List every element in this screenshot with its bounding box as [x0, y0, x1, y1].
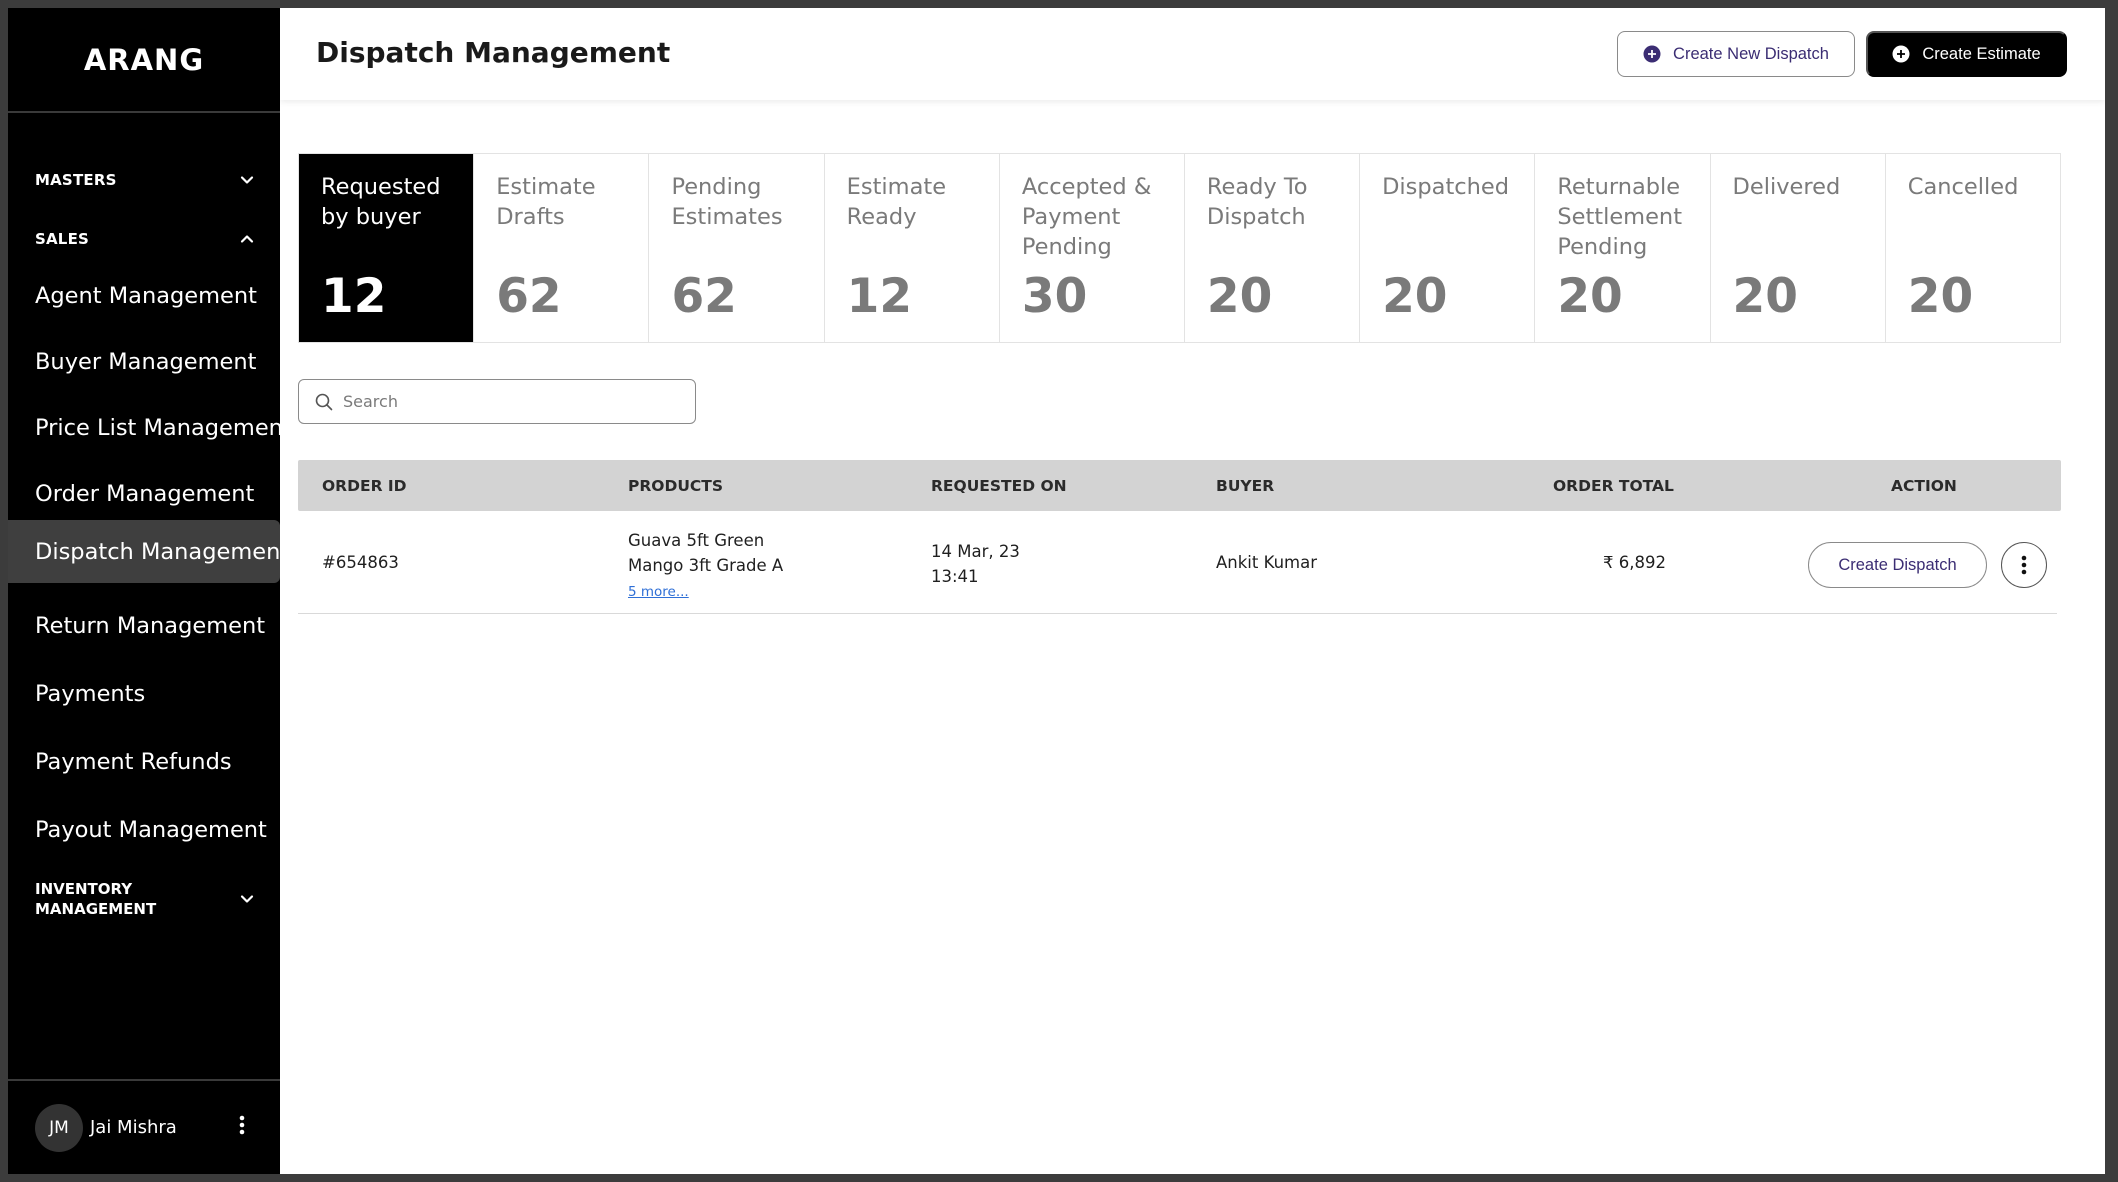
- tab-count: 12: [321, 269, 387, 324]
- sidebar: ARANG MASTERS SALES Agent Management Buy…: [8, 8, 292, 1174]
- logo: ARANG: [8, 8, 280, 113]
- tab-estimate-ready[interactable]: Estimate Ready 12: [825, 154, 1000, 342]
- tab-accepted-payment-pending[interactable]: Accepted & Payment Pending 30: [1000, 154, 1185, 342]
- tab-label: Pending Estimates: [671, 174, 783, 230]
- buyer-name: Ankit Kumar: [1216, 553, 1318, 572]
- product-name: Guava 5ft Green: [628, 531, 765, 550]
- search-box[interactable]: [298, 379, 696, 424]
- more-products-link[interactable]: 5 more...: [628, 584, 689, 600]
- sidebar-item-payment-refunds[interactable]: Payment Refunds: [8, 730, 280, 793]
- sidebar-item-label: Dispatch Management: [35, 538, 290, 565]
- tab-label: Ready To Dispatch: [1206, 174, 1308, 230]
- tab-count: 12: [846, 269, 913, 324]
- column-header-order-total: ORDER TOTAL: [1553, 477, 1674, 495]
- column-header-action: ACTION: [1891, 477, 1957, 495]
- tab-label: Dispatched: [1382, 174, 1510, 200]
- table-header: ORDER ID PRODUCTS REQUESTED ON BUYER ORD…: [298, 460, 2061, 511]
- sidebar-section-masters[interactable]: MASTERS: [35, 171, 255, 189]
- sidebar-item-order-management[interactable]: Order Management: [8, 462, 280, 525]
- tab-count: 62: [496, 269, 562, 324]
- user-name: Jai Mishra: [90, 1117, 177, 1138]
- sidebar-item-payout-management[interactable]: Payout Management: [8, 798, 280, 861]
- section-label: SALES: [35, 230, 90, 248]
- order-total: ₹ 6,892: [1603, 553, 1666, 572]
- avatar: JM: [35, 1103, 83, 1152]
- tab-label: Estimate Ready: [846, 174, 947, 230]
- tab-count: 62: [671, 269, 737, 324]
- search-icon: [315, 393, 333, 410]
- chevron-down-icon: [240, 895, 254, 903]
- tab-count: 20: [1557, 269, 1623, 324]
- tab-label: Requested by buyer: [321, 174, 441, 230]
- tab-label: Accepted & Payment Pending: [1021, 174, 1152, 260]
- tab-ready-to-dispatch[interactable]: Ready To Dispatch 20: [1185, 154, 1361, 342]
- requested-time: 13:41: [931, 567, 979, 586]
- sidebar-item-label: Agent Management: [35, 282, 257, 309]
- create-new-dispatch-button[interactable]: Create New Dispatch: [1617, 31, 1855, 77]
- row-actions-menu[interactable]: [2001, 542, 2047, 588]
- plus-circle-icon: [1892, 45, 1910, 63]
- section-label: INVENTORY MANAGEMENT: [35, 879, 156, 919]
- sidebar-section-inventory-management[interactable]: INVENTORY MANAGEMENT: [35, 879, 255, 919]
- tab-label: Cancelled: [1907, 174, 2019, 200]
- column-header-products: PRODUCTS: [628, 477, 724, 495]
- tab-count: 30: [1021, 269, 1088, 324]
- tab-requested-by-buyer[interactable]: Requested by buyer 12: [299, 154, 475, 342]
- sidebar-item-dispatch-management[interactable]: Dispatch Management: [8, 520, 289, 583]
- products-cell: Guava 5ft Green Mango 3ft Grade A 5 more…: [628, 528, 783, 605]
- column-header-buyer: BUYER: [1216, 477, 1275, 495]
- user-profile[interactable]: JM Jai Mishra: [8, 1079, 280, 1174]
- tab-count: 20: [1382, 269, 1448, 324]
- column-header-order-id: ORDER ID: [322, 477, 407, 495]
- requested-date: 14 Mar, 23: [931, 542, 1020, 561]
- section-label-line: MANAGEMENT: [35, 900, 157, 918]
- section-label-line: INVENTORY: [35, 880, 133, 898]
- status-tabs: Requested by buyer 12 Estimate Drafts 62…: [298, 153, 2061, 343]
- table-row[interactable]: #654863 Guava 5ft Green Mango 3ft Grade …: [298, 511, 2057, 614]
- tab-label: Returnable Settlement Pending: [1557, 174, 1683, 260]
- tab-delivered[interactable]: Delivered 20: [1711, 154, 1886, 342]
- tab-count: 20: [1206, 269, 1273, 324]
- tab-label: Delivered: [1732, 174, 1841, 200]
- chevron-up-icon: [240, 235, 254, 243]
- tab-pending-estimates[interactable]: Pending Estimates 62: [649, 154, 825, 342]
- product-name: Mango 3ft Grade A: [628, 556, 784, 575]
- more-vertical-icon[interactable]: [238, 1114, 246, 1136]
- sidebar-item-label: Order Management: [35, 480, 255, 507]
- page-header: Dispatch Management Create New Dispatch …: [280, 8, 2105, 100]
- chevron-down-icon: [240, 176, 254, 184]
- sidebar-item-buyer-management[interactable]: Buyer Management: [8, 330, 280, 393]
- plus-circle-icon: [1643, 45, 1661, 63]
- create-estimate-button[interactable]: Create Estimate: [1866, 31, 2067, 77]
- requested-on-cell: 14 Mar, 23 13:41: [931, 539, 1020, 589]
- sidebar-item-agent-management[interactable]: Agent Management: [8, 264, 280, 327]
- page-title: Dispatch Management: [316, 36, 671, 69]
- button-label: Create Estimate: [1922, 44, 2041, 63]
- sidebar-item-label: Payout Management: [35, 816, 267, 843]
- tab-cancelled[interactable]: Cancelled 20: [1886, 154, 2060, 342]
- order-id: #654863: [322, 553, 399, 572]
- more-vertical-icon: [2021, 555, 2027, 575]
- tab-estimate-drafts[interactable]: Estimate Drafts 62: [474, 154, 650, 342]
- sidebar-item-return-management[interactable]: Return Management: [8, 594, 280, 657]
- sidebar-item-price-list-management[interactable]: Price List Management: [8, 396, 292, 459]
- app-window: ARANG MASTERS SALES Agent Management Buy…: [8, 8, 2105, 1174]
- button-label: Create New Dispatch: [1673, 44, 1829, 63]
- sidebar-item-label: Payment Refunds: [35, 748, 232, 775]
- column-header-requested-on: REQUESTED ON: [931, 477, 1067, 495]
- tab-count: 20: [1907, 269, 1974, 324]
- search-input[interactable]: [343, 392, 673, 411]
- sidebar-item-label: Price List Management: [35, 414, 292, 441]
- tab-dispatched[interactable]: Dispatched 20: [1360, 154, 1536, 342]
- tab-returnable-settlement-pending[interactable]: Returnable Settlement Pending 20: [1535, 154, 1711, 342]
- sidebar-item-payments[interactable]: Payments: [8, 662, 280, 725]
- create-dispatch-button[interactable]: Create Dispatch: [1808, 542, 1987, 588]
- sidebar-section-sales[interactable]: SALES: [35, 230, 255, 248]
- tab-count: 20: [1732, 269, 1798, 324]
- sidebar-item-label: Return Management: [35, 612, 266, 639]
- tab-label: Estimate Drafts: [496, 174, 596, 230]
- section-label: MASTERS: [35, 171, 117, 189]
- sidebar-item-label: Buyer Management: [35, 348, 257, 375]
- sidebar-item-label: Payments: [35, 680, 146, 707]
